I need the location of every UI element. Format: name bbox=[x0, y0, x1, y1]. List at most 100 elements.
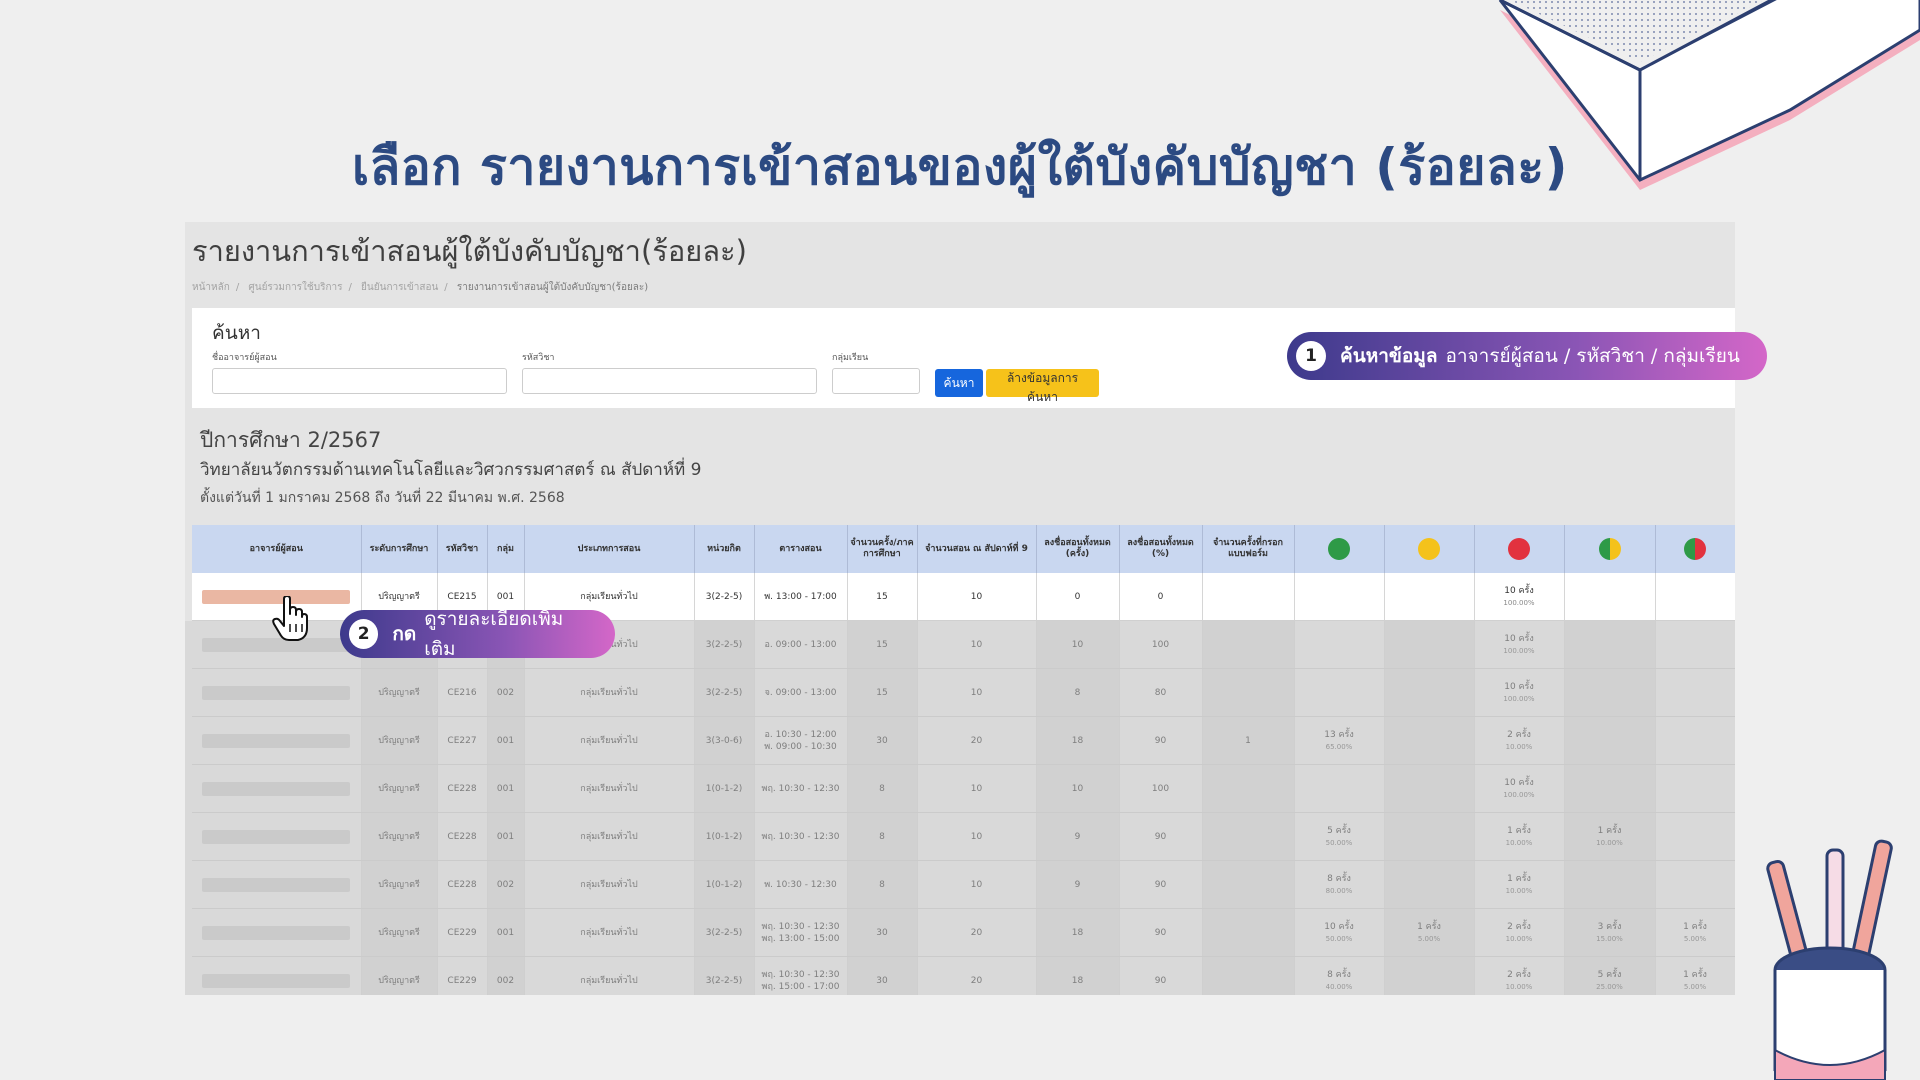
status-count: 13 ครั้ง bbox=[1324, 729, 1354, 740]
status-cell: 10 ครั้ง 100.00% bbox=[1474, 764, 1565, 813]
callout-1-number: 1 bbox=[1296, 341, 1326, 371]
week-count-cell: 10 bbox=[917, 812, 1037, 861]
signed-count-cell: 18 bbox=[1036, 956, 1120, 995]
form-count-cell: 1 bbox=[1202, 716, 1295, 765]
breadcrumb: หน้าหลัก / ศูนย์รวมการใช้บริการ / ยืนยันกา… bbox=[192, 282, 649, 293]
status-cell bbox=[1564, 620, 1656, 669]
form-count-cell bbox=[1202, 908, 1295, 957]
status-percent: 5.00% bbox=[1417, 934, 1441, 943]
teacher-name-link[interactable] bbox=[202, 925, 351, 940]
teacher-name-cell[interactable] bbox=[192, 716, 362, 765]
status-cell bbox=[1384, 812, 1475, 861]
table-header-cell: จำนวนสอน ณ สัปดาห์ที่ 9 bbox=[917, 525, 1037, 573]
signed-count-cell: 10 bbox=[1036, 764, 1120, 813]
schedule-cell: พฤ. 10:30 - 12:30 พฤ. 13:00 - 15:00 bbox=[754, 908, 848, 957]
group-input[interactable] bbox=[832, 368, 920, 394]
status-header-cell bbox=[1474, 525, 1565, 573]
search-button[interactable]: ค้นหา bbox=[935, 369, 983, 397]
status-percent: 10.00% bbox=[1505, 742, 1533, 751]
status-count: 2 ครั้ง bbox=[1507, 921, 1531, 932]
signed-percent-cell: 90 bbox=[1119, 956, 1203, 995]
table-row[interactable]: ปริญญาตรี CE216 002 กลุ่มเรียนทั่วไป 3(2-2-5… bbox=[192, 668, 1735, 717]
callout-search: 1 ค้นหาข้อมูล อาจารย์ผู้สอน / รหัสวิชา /… bbox=[1287, 332, 1767, 380]
teacher-name-link[interactable] bbox=[202, 973, 351, 988]
table-row[interactable]: ปริญญาตรี CE229 001 กลุ่มเรียนทั่วไป 3(2-2-5… bbox=[192, 908, 1735, 957]
teacher-name-cell[interactable] bbox=[192, 812, 362, 861]
table-row[interactable]: ปริญญาตรี CE228 001 กลุ่มเรียนทั่วไป 1(0-1-2… bbox=[192, 812, 1735, 861]
status-cell: 10 ครั้ง 50.00% bbox=[1294, 908, 1385, 957]
status-percent: 10.00% bbox=[1596, 838, 1623, 847]
status-cell: 1 ครั้ง 10.00% bbox=[1564, 812, 1656, 861]
table-header-cell: จำนวนครั้งที่กรอกแบบฟอร์ม bbox=[1202, 525, 1295, 573]
status-count: 1 ครั้ง bbox=[1597, 825, 1622, 836]
signed-percent-cell: 90 bbox=[1119, 716, 1203, 765]
table-header-cell: จำนวนครั้ง/ภาคการศึกษา bbox=[847, 525, 918, 573]
breadcrumb-confirm-teaching[interactable]: ยืนยันการเข้าสอน bbox=[361, 282, 438, 293]
teacher-name-cell[interactable] bbox=[192, 764, 362, 813]
signed-count-cell: 9 bbox=[1036, 812, 1120, 861]
status-percent: 80.00% bbox=[1325, 886, 1353, 895]
status-percent: 40.00% bbox=[1325, 982, 1353, 991]
status-count: 5 ครั้ง bbox=[1597, 969, 1622, 980]
status-percent: 25.00% bbox=[1596, 982, 1623, 991]
credit-cell: 1(0-1-2) bbox=[694, 812, 755, 861]
table-header-cell: ลงชื่อสอนทั้งหมด (ครั้ง) bbox=[1036, 525, 1120, 573]
course-input[interactable] bbox=[522, 368, 817, 394]
callout-1-bold: ค้นหาข้อมูล bbox=[1340, 345, 1438, 367]
teacher-name-cell[interactable] bbox=[192, 908, 362, 957]
table-row[interactable]: ปริญญาตรี CE228 002 กลุ่มเรียนทั่วไป 1(0-1-2… bbox=[192, 860, 1735, 909]
group-label: กลุ่มเรียน bbox=[832, 353, 869, 363]
week-count-cell: 10 bbox=[917, 764, 1037, 813]
per-term-cell: 30 bbox=[847, 716, 918, 765]
table-row[interactable]: ปริญญาตรี CE229 002 กลุ่มเรียนทั่วไป 3(2-2-5… bbox=[192, 956, 1735, 995]
teacher-name-link[interactable] bbox=[202, 733, 351, 748]
form-count-cell bbox=[1202, 764, 1295, 813]
table-row[interactable]: ปริญญาตรี CE227 001 กลุ่มเรียนทั่วไป 3(3-0-6… bbox=[192, 716, 1735, 765]
status-header-cell bbox=[1655, 525, 1735, 573]
table-header-cell: ลงชื่อสอนทั้งหมด (%) bbox=[1119, 525, 1203, 573]
book-decoration-icon bbox=[1498, 0, 1920, 190]
course-code-cell: CE228 bbox=[437, 812, 488, 861]
status-count: 10 ครั้ง bbox=[1324, 921, 1354, 932]
status-count: 1 ครั้ง bbox=[1507, 825, 1531, 836]
level-cell: ปริญญาตรี bbox=[361, 668, 438, 717]
schedule-slot: พฤ. 13:00 - 15:00 bbox=[761, 933, 840, 944]
status-count: 10 ครั้ง bbox=[1504, 585, 1534, 596]
table-row[interactable]: ปริญญาตรี CE228 001 กลุ่มเรียนทั่วไป 1(0-1-2… bbox=[192, 764, 1735, 813]
status-percent: 15.00% bbox=[1596, 934, 1623, 943]
status-cell bbox=[1384, 573, 1475, 621]
status-indicator-icon bbox=[1328, 538, 1350, 560]
group-cell: 001 bbox=[487, 764, 525, 813]
teacher-name-link[interactable] bbox=[202, 781, 351, 796]
teacher-name-cell[interactable] bbox=[192, 956, 362, 995]
callout-1-text: อาจารย์ผู้สอน / รหัสวิชา / กลุ่มเรียน bbox=[1445, 345, 1740, 367]
status-percent: 10.00% bbox=[1505, 838, 1533, 847]
teacher-name-cell[interactable] bbox=[192, 668, 362, 717]
course-code-cell: CE216 bbox=[437, 668, 488, 717]
schedule-slot: จ. 09:00 - 13:00 bbox=[764, 687, 837, 698]
per-term-cell: 15 bbox=[847, 668, 918, 717]
teacher-name-link[interactable] bbox=[202, 829, 351, 844]
status-cell bbox=[1294, 573, 1385, 621]
course-label: รหัสวิชา bbox=[522, 353, 555, 363]
status-count: 1 ครั้ง bbox=[1417, 921, 1441, 932]
schedule-cell: พฤ. 10:30 - 12:30 พฤ. 15:00 - 17:00 bbox=[754, 956, 848, 995]
schedule-slot: พ. 13:00 - 17:00 bbox=[764, 591, 837, 602]
teacher-name-link[interactable] bbox=[202, 685, 351, 700]
status-cell: 8 ครั้ง 80.00% bbox=[1294, 860, 1385, 909]
status-cell bbox=[1655, 716, 1735, 765]
signed-percent-cell: 90 bbox=[1119, 860, 1203, 909]
status-count: 8 ครั้ง bbox=[1327, 969, 1351, 980]
credit-cell: 3(2-2-5) bbox=[694, 668, 755, 717]
status-cell bbox=[1564, 860, 1656, 909]
teacher-name-cell[interactable] bbox=[192, 860, 362, 909]
teacher-name-link[interactable] bbox=[202, 877, 351, 892]
course-code-cell: CE227 bbox=[437, 716, 488, 765]
signed-count-cell: 18 bbox=[1036, 716, 1120, 765]
status-cell bbox=[1384, 716, 1475, 765]
level-cell: ปริญญาตรี bbox=[361, 764, 438, 813]
clear-search-button[interactable]: ล้างข้อมูลการค้นหา bbox=[986, 369, 1099, 404]
breadcrumb-service-center[interactable]: ศูนย์รวมการใช้บริการ bbox=[248, 282, 342, 293]
teacher-input[interactable] bbox=[212, 368, 507, 394]
breadcrumb-home[interactable]: หน้าหลัก bbox=[192, 282, 230, 293]
